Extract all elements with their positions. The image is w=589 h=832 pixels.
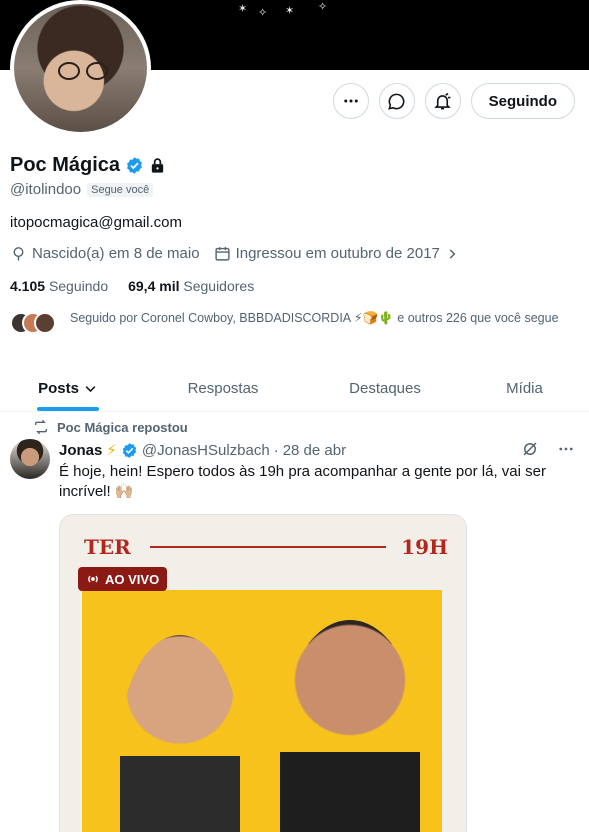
message-icon bbox=[388, 93, 405, 110]
tab-replies[interactable]: Respostas bbox=[136, 366, 310, 411]
notifications-button[interactable] bbox=[424, 83, 461, 119]
location-icon bbox=[13, 247, 24, 261]
more-icon[interactable] bbox=[557, 440, 575, 458]
post-date[interactable]: 28 de abr bbox=[283, 442, 346, 459]
lock-icon bbox=[151, 158, 164, 173]
media-time: 19H bbox=[401, 535, 448, 559]
post-author-handle[interactable]: @JonasHSulzbach bbox=[142, 442, 270, 459]
followers-count: 69,4 mil bbox=[128, 278, 180, 294]
tab-label: Posts bbox=[38, 380, 79, 397]
profile-tabs: Posts Respostas Destaques Mídia bbox=[0, 366, 589, 412]
follows-you-badge: Segue você bbox=[87, 182, 154, 197]
post-header: Jonas ⚡ @JonasHSulzbach · 28 de abr bbox=[59, 441, 346, 460]
joined-text: Ingressou em outubro de 2017 bbox=[235, 245, 440, 262]
verified-icon[interactable] bbox=[125, 156, 144, 175]
profile-avatar[interactable] bbox=[10, 0, 151, 136]
post-author-name[interactable]: Jonas bbox=[59, 442, 102, 459]
verified-icon[interactable] bbox=[121, 442, 138, 459]
repost-label: Poc Mágica repostou bbox=[57, 419, 188, 435]
profile-meta: Nascido(a) em 8 de maio Ingressou em out… bbox=[10, 245, 459, 262]
post-author-emoji: ⚡ bbox=[106, 442, 117, 459]
more-button[interactable] bbox=[332, 83, 369, 119]
profile-actions: Seguindo bbox=[332, 83, 575, 119]
grok-icon[interactable] bbox=[521, 440, 539, 458]
post-actions bbox=[521, 440, 575, 458]
post-separator: · bbox=[273, 441, 279, 459]
post-media[interactable]: TER 19H AO VIVO bbox=[59, 514, 467, 832]
live-badge: AO VIVO bbox=[78, 567, 168, 591]
following-count: 4.105 bbox=[10, 278, 46, 294]
profile-handle: @itolindoo bbox=[10, 181, 82, 198]
followers-stat[interactable]: 69,4 mil Seguidores bbox=[128, 278, 254, 294]
live-icon bbox=[88, 575, 98, 583]
chevron-down-icon bbox=[85, 386, 96, 393]
followed-by-avatars bbox=[10, 310, 60, 334]
chevron-right-icon bbox=[449, 248, 456, 259]
post-text: É hoje, hein! Espero todos às 19h pra ac… bbox=[59, 463, 546, 500]
tab-media[interactable]: Mídia bbox=[460, 366, 589, 411]
profile-name-row: Poc Mágica bbox=[10, 154, 166, 177]
active-tab-indicator bbox=[37, 407, 99, 411]
post-author-avatar[interactable] bbox=[10, 439, 50, 479]
profile-name: Poc Mágica bbox=[10, 154, 121, 176]
banner-decoration: ✧ bbox=[258, 6, 268, 19]
tab-highlights[interactable]: Destaques bbox=[310, 366, 460, 411]
banner-decoration: ✶ bbox=[285, 4, 295, 17]
tab-label: Mídia bbox=[506, 380, 543, 397]
followed-by-text: Seguido por Coronel Cowboy, BBBDADISCORD… bbox=[70, 311, 559, 325]
avatar-image bbox=[14, 4, 147, 132]
bell-icon bbox=[434, 92, 451, 109]
profile-bio: itopocmagica@gmail.com bbox=[10, 214, 182, 231]
tab-posts[interactable]: Posts bbox=[0, 366, 136, 411]
repost-icon bbox=[35, 419, 47, 435]
calendar-icon bbox=[214, 247, 230, 261]
following-label: Seguindo bbox=[48, 278, 109, 294]
media-divider bbox=[150, 546, 386, 548]
message-button[interactable] bbox=[378, 83, 415, 119]
avatar-detail bbox=[58, 62, 80, 80]
joined-item[interactable]: Ingressou em outubro de 2017 bbox=[214, 245, 459, 262]
avatar-detail bbox=[86, 62, 108, 80]
avatar bbox=[34, 312, 56, 334]
birthday-item: Nascido(a) em 8 de maio bbox=[10, 245, 200, 262]
repost-indicator[interactable]: Poc Mágica repostou bbox=[33, 419, 188, 435]
banner-decoration: ✧ bbox=[318, 0, 328, 13]
more-icon bbox=[343, 99, 358, 103]
tab-label: Respostas bbox=[187, 380, 259, 397]
media-day: TER bbox=[84, 535, 131, 559]
profile-stats: 4.105 Seguindo 69,4 mil Seguidores bbox=[10, 278, 254, 294]
followers-label: Seguidores bbox=[183, 278, 255, 294]
banner-decoration: ✶ bbox=[238, 2, 248, 15]
live-label: AO VIVO bbox=[105, 571, 160, 587]
profile-handle-row: @itolindoo Segue você bbox=[10, 181, 154, 198]
tab-label: Destaques bbox=[349, 380, 421, 397]
following-stat[interactable]: 4.105 Seguindo bbox=[10, 278, 108, 294]
birthday-text: Nascido(a) em 8 de maio bbox=[32, 245, 200, 262]
followed-by[interactable]: Seguido por Coronel Cowboy, BBBDADISCORD… bbox=[10, 310, 570, 334]
following-button[interactable]: Seguindo bbox=[470, 83, 575, 119]
